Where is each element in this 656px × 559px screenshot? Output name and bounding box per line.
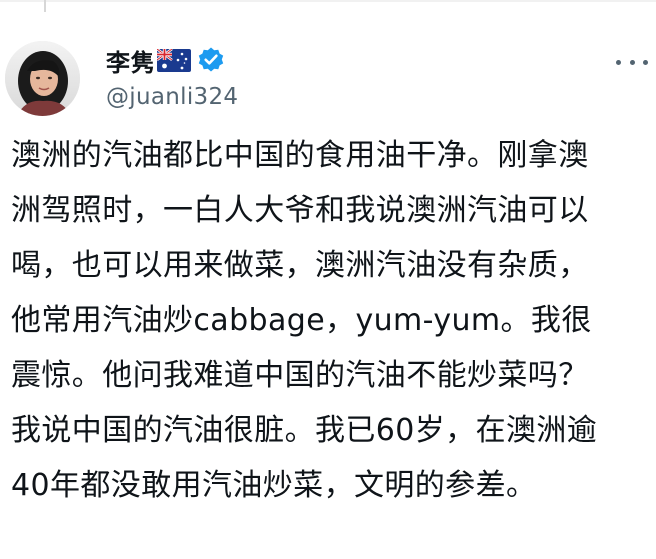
post-text-line: 他常用汽油炒cabbage，yum-yum。我很 bbox=[11, 303, 592, 338]
australia-flag-icon bbox=[157, 48, 191, 72]
more-options-icon[interactable] bbox=[616, 54, 648, 70]
author-handle[interactable]: @juanli324 bbox=[106, 84, 238, 110]
more-dot bbox=[629, 59, 635, 65]
post-text-line: 喝，也可以用来做菜，澳洲汽油没有杂质， bbox=[11, 248, 589, 283]
post-text-line: 澳洲的汽油都比中国的食用油干净。刚拿澳 bbox=[11, 138, 589, 173]
top-edge-fragment bbox=[0, 0, 656, 14]
top-divider bbox=[0, 0, 656, 2]
avatar-photo-icon bbox=[5, 41, 80, 116]
post-text-line: 震惊。他问我难道中国的汽油不能炒菜吗？ bbox=[11, 358, 589, 393]
post-text: 澳洲的汽油都比中国的食用油干净。刚拿澳 洲驾照时，一白人大爷和我说澳洲汽油可以 … bbox=[11, 128, 651, 513]
author-display-name[interactable]: 李隽 bbox=[106, 43, 155, 78]
more-dot bbox=[643, 59, 648, 65]
post-header: 李隽 @juanli324 bbox=[0, 38, 656, 122]
avatar[interactable] bbox=[5, 41, 80, 116]
thread-connector-line bbox=[44, 0, 52, 12]
more-dot bbox=[616, 59, 621, 65]
post-text-line: 我说中国的汽油很脏。我已60岁，在澳洲逾 bbox=[11, 413, 598, 448]
post-text-line: 40年都没敢用汽油炒菜，文明的参差。 bbox=[11, 468, 537, 503]
author-name-row: 李隽 bbox=[106, 43, 225, 77]
post-text-line: 洲驾照时，一白人大爷和我说澳洲汽油可以 bbox=[11, 193, 589, 228]
verified-badge-icon bbox=[197, 46, 225, 74]
